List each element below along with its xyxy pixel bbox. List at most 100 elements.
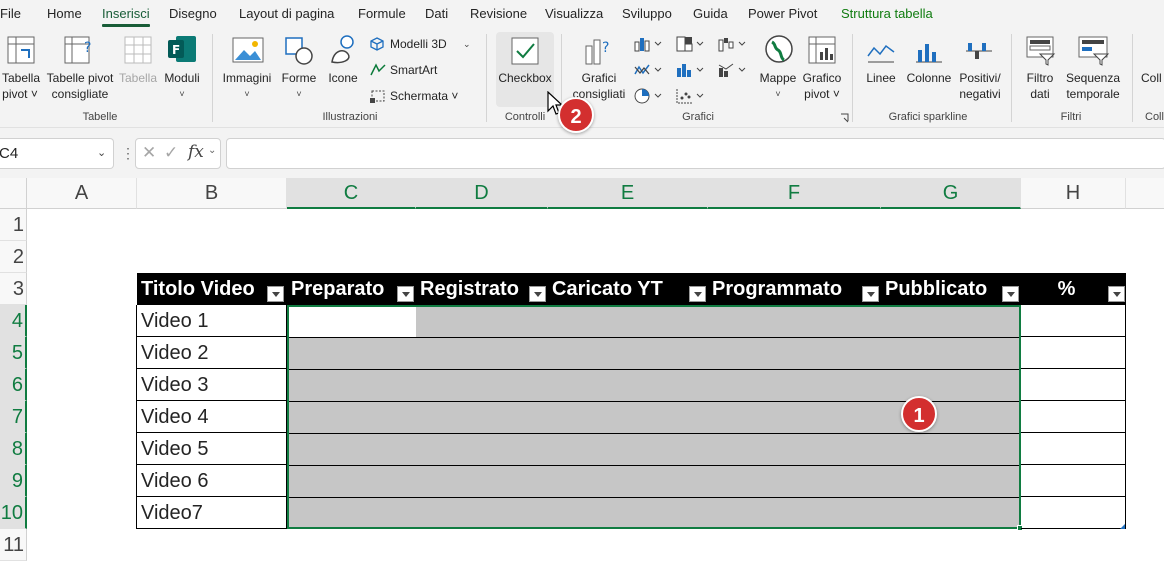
table-column-border (286, 305, 287, 529)
column-header-b[interactable]: B (137, 178, 287, 209)
table-cell-titolo[interactable]: Video 4 (137, 401, 286, 433)
sparkline-line-icon (867, 44, 895, 63)
column-header-g[interactable]: G (881, 178, 1021, 209)
menu-guida[interactable]: Guida (693, 6, 728, 21)
menu-file[interactable]: File (0, 6, 21, 21)
filter-dropdown-button[interactable] (1002, 286, 1019, 302)
column-header-e[interactable]: E (548, 178, 708, 209)
chevron-down-icon: ⌄ (463, 39, 471, 49)
row-header-10[interactable]: 10 (0, 497, 27, 529)
menu-formule[interactable]: Formule (358, 6, 406, 21)
formula-buttons: ✕ ✓ fx ⌄ (135, 138, 221, 169)
menu-struttura-tabella[interactable]: Struttura tabella (841, 6, 933, 21)
filter-dropdown-button[interactable] (267, 286, 284, 302)
filter-dropdown-button[interactable] (689, 286, 706, 302)
table-header-programmato: Programmato (708, 273, 881, 305)
menu-inserisci[interactable]: Inserisci (102, 6, 150, 21)
table-cell-percent[interactable] (1021, 369, 1125, 401)
checkbox-button[interactable]: Checkbox (496, 32, 554, 107)
waterfall-chart-icon[interactable] (718, 36, 748, 52)
filter-dropdown-button[interactable] (397, 286, 414, 302)
table-cell-percent[interactable] (1021, 337, 1125, 369)
row-divider (289, 337, 1019, 338)
row-header-4[interactable]: 4 (0, 305, 27, 337)
name-box[interactable]: C4 ⌄ (0, 138, 114, 169)
column-header-h[interactable]: H (1021, 178, 1126, 209)
table-cell-percent[interactable] (1021, 433, 1125, 465)
table-cell-titolo[interactable]: Video 3 (137, 369, 286, 401)
dialog-launcher-icon[interactable] (840, 113, 850, 123)
menu-home[interactable]: Home (47, 6, 82, 21)
formula-input[interactable] (226, 138, 1164, 169)
column-header-next[interactable] (1126, 178, 1164, 209)
sparkline-column-icon (916, 44, 942, 63)
table-cell-titolo[interactable]: Video 6 (137, 465, 286, 497)
active-cell-c4[interactable] (289, 307, 416, 337)
row-header-1[interactable]: 1 (0, 209, 27, 241)
pie-chart-icon[interactable] (634, 88, 664, 104)
confirm-icon[interactable]: ✓ (164, 143, 178, 163)
pivot-table-icon (7, 36, 35, 64)
recommended-pivot-icon: ? (64, 36, 91, 64)
column-header-f[interactable]: F (708, 178, 881, 209)
combo-chart-icon[interactable] (718, 62, 748, 78)
scatter-chart-icon[interactable] (676, 88, 706, 104)
menu-dati[interactable]: Dati (425, 6, 448, 21)
menu-power-pivot[interactable]: Power Pivot (748, 6, 817, 21)
table-cell-titolo[interactable]: Video 1 (137, 305, 286, 337)
row-header-2[interactable]: 2 (0, 241, 27, 273)
row-header-7[interactable]: 7 (0, 401, 27, 433)
menu-disegno[interactable]: Disegno (169, 6, 217, 21)
collegamento-button[interactable]: Coll (1141, 70, 1162, 86)
select-all-corner[interactable] (0, 178, 27, 209)
formula-bar: C4 ⌄ ⋮ ✕ ✓ fx ⌄ (0, 128, 1164, 178)
separator (852, 34, 853, 122)
table-cell-percent[interactable] (1021, 305, 1125, 337)
screenshot-icon (370, 90, 385, 103)
column-chart-icon[interactable] (634, 36, 664, 52)
table-header-titolo-video: Titolo Video (137, 273, 287, 305)
table-cell-percent[interactable] (1021, 497, 1125, 529)
menu-sviluppo[interactable]: Sviluppo (622, 6, 672, 21)
shapes-icon (285, 37, 313, 65)
menu-revisione[interactable]: Revisione (470, 6, 527, 21)
svg-text:?: ? (84, 40, 91, 56)
more-options-icon[interactable]: ⋮ (121, 145, 135, 162)
chevron-down-icon[interactable]: ⌄ (97, 146, 106, 159)
hierarchy-chart-icon[interactable] (676, 36, 706, 52)
row-header-8[interactable]: 8 (0, 433, 27, 465)
table-cell-titolo[interactable]: Video 2 (137, 337, 286, 369)
menu-visualizza[interactable]: Visualizza (545, 6, 603, 21)
line-chart-icon[interactable] (634, 62, 664, 78)
statistic-chart-icon[interactable] (676, 62, 706, 78)
worksheet-grid: A B C D E F G H 1 2 3 4 5 6 7 8 9 10 11 … (0, 178, 1164, 561)
filter-dropdown-button[interactable] (1108, 286, 1125, 302)
row-header-9[interactable]: 9 (0, 465, 27, 497)
menu-layout-di-pagina[interactable]: Layout di pagina (239, 6, 334, 21)
column-header-d[interactable]: D (416, 178, 548, 209)
group-label-collegamenti: Coll (1145, 111, 1164, 123)
icons-icon (331, 35, 354, 64)
column-header-a[interactable]: A (27, 178, 137, 209)
cancel-icon[interactable]: ✕ (142, 143, 156, 163)
table-resize-handle[interactable] (1120, 524, 1125, 529)
filter-dropdown-button[interactable] (862, 286, 879, 302)
column-header-c[interactable]: C (287, 178, 416, 209)
filter-dropdown-button[interactable] (529, 286, 546, 302)
table-header-pubblicato: Pubblicato (881, 273, 1021, 305)
row-header-11[interactable]: 11 (0, 529, 27, 561)
insert-function-icon[interactable]: fx (188, 142, 204, 162)
row-header-6[interactable]: 6 (0, 369, 27, 401)
chevron-down-icon[interactable]: ⌄ (208, 145, 216, 156)
table-cell-titolo[interactable]: Video7 (137, 497, 286, 529)
table-cell-titolo[interactable]: Video 5 (137, 433, 286, 465)
group-label-grafici-sparkline: Grafici sparkline (888, 111, 968, 123)
row-header-3[interactable]: 3 (0, 273, 27, 305)
row-header-5[interactable]: 5 (0, 337, 27, 369)
group-label-illustrazioni: Illustrazioni (322, 111, 378, 123)
forms-icon: F (168, 36, 196, 62)
table-cell-percent[interactable] (1021, 401, 1125, 433)
pivot-chart-icon (808, 36, 836, 64)
group-label-controlli: Controlli (504, 111, 546, 123)
table-cell-percent[interactable] (1021, 465, 1125, 497)
